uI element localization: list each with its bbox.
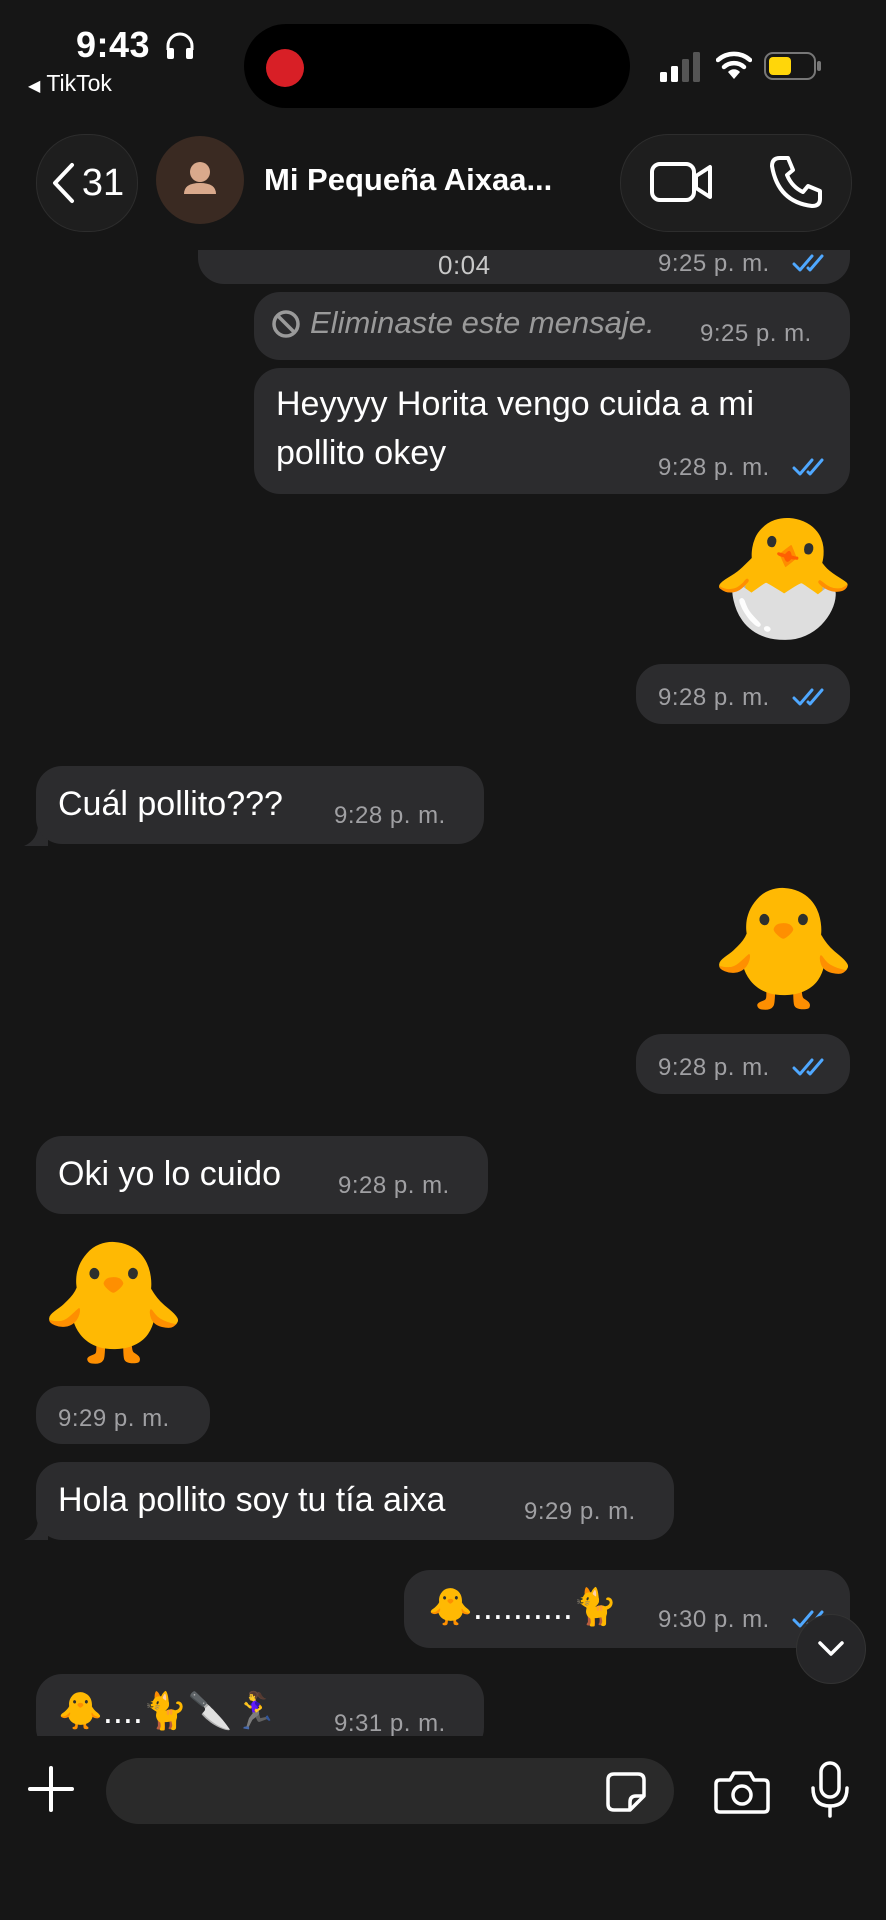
sticker-icon[interactable] <box>604 1770 648 1814</box>
message-time: 9:28 p. m. <box>658 684 770 711</box>
chevron-left-icon <box>52 163 74 203</box>
emoji-chick[interactable]: 🐥 <box>710 890 857 1008</box>
wifi-icon <box>716 51 752 79</box>
message-text: 🐥..........🐈 <box>428 1586 618 1627</box>
double-check-icon <box>792 1058 824 1076</box>
chevron-down-icon <box>818 1641 844 1656</box>
message-time: 9:30 p. m. <box>658 1606 770 1633</box>
message-time: 9:28 p. m. <box>334 802 446 829</box>
recording-indicator <box>266 49 304 87</box>
back-button[interactable]: 31 <box>36 134 138 232</box>
message-time: 9:28 p. m. <box>338 1172 450 1199</box>
phone-icon[interactable] <box>766 152 826 212</box>
message-time: 9:25 p. m. <box>658 250 770 277</box>
back-triangle-icon: ◀ <box>28 78 41 95</box>
message-time: 9:29 p. m. <box>524 1498 636 1525</box>
headphones-icon <box>166 32 194 59</box>
double-check-icon <box>792 458 824 476</box>
camera-icon[interactable] <box>714 1768 770 1814</box>
message-text-line1: Heyyyy Horita vengo cuida a mi <box>276 385 755 423</box>
back-app-label: TikTok <box>46 70 112 96</box>
double-check-icon <box>792 688 824 706</box>
voice-duration: 0:04 <box>438 250 491 280</box>
contact-name[interactable]: Mi Pequeña Aixaa... <box>264 162 552 198</box>
deleted-message-text: Eliminaste este mensaje. <box>310 305 655 340</box>
message-time: 9:29 p. m. <box>58 1405 170 1432</box>
message-input[interactable] <box>106 1758 674 1824</box>
message-text-line2: pollito okey <box>276 434 447 472</box>
message-text: Cuál pollito??? <box>58 785 283 823</box>
message-text: 🐥....🐈🔪🏃‍♀️ <box>58 1690 278 1731</box>
battery-icon <box>764 52 821 80</box>
microphone-icon[interactable] <box>808 1760 852 1820</box>
unread-count: 31 <box>81 161 125 204</box>
message-text: Hola pollito soy tu tía aixa <box>58 1481 446 1519</box>
message-text: Oki yo lo cuido <box>58 1155 281 1193</box>
message-list[interactable]: 0:04 9:25 p. m. Eliminaste este mensaje.… <box>0 250 886 1736</box>
blocked-icon <box>272 310 300 338</box>
person-icon <box>184 162 216 194</box>
emoji-hatching-chick[interactable]: 🐣 <box>710 518 857 636</box>
emoji-chick[interactable]: 🐥 <box>40 1244 187 1362</box>
message-time: 9:28 p. m. <box>658 454 770 481</box>
contact-avatar[interactable] <box>156 136 244 224</box>
back-to-app-link[interactable]: ◀ TikTok <box>28 70 112 97</box>
status-time: 9:43 <box>76 24 151 65</box>
message-time: 9:31 p. m. <box>334 1710 446 1736</box>
scroll-to-bottom-button[interactable] <box>796 1614 866 1684</box>
plus-icon[interactable] <box>26 1764 76 1814</box>
message-time: 9:28 p. m. <box>658 1054 770 1081</box>
double-check-icon <box>792 254 824 272</box>
signal-icon <box>660 52 700 82</box>
message-time: 9:25 p. m. <box>700 320 812 347</box>
video-call-icon[interactable] <box>648 154 714 210</box>
